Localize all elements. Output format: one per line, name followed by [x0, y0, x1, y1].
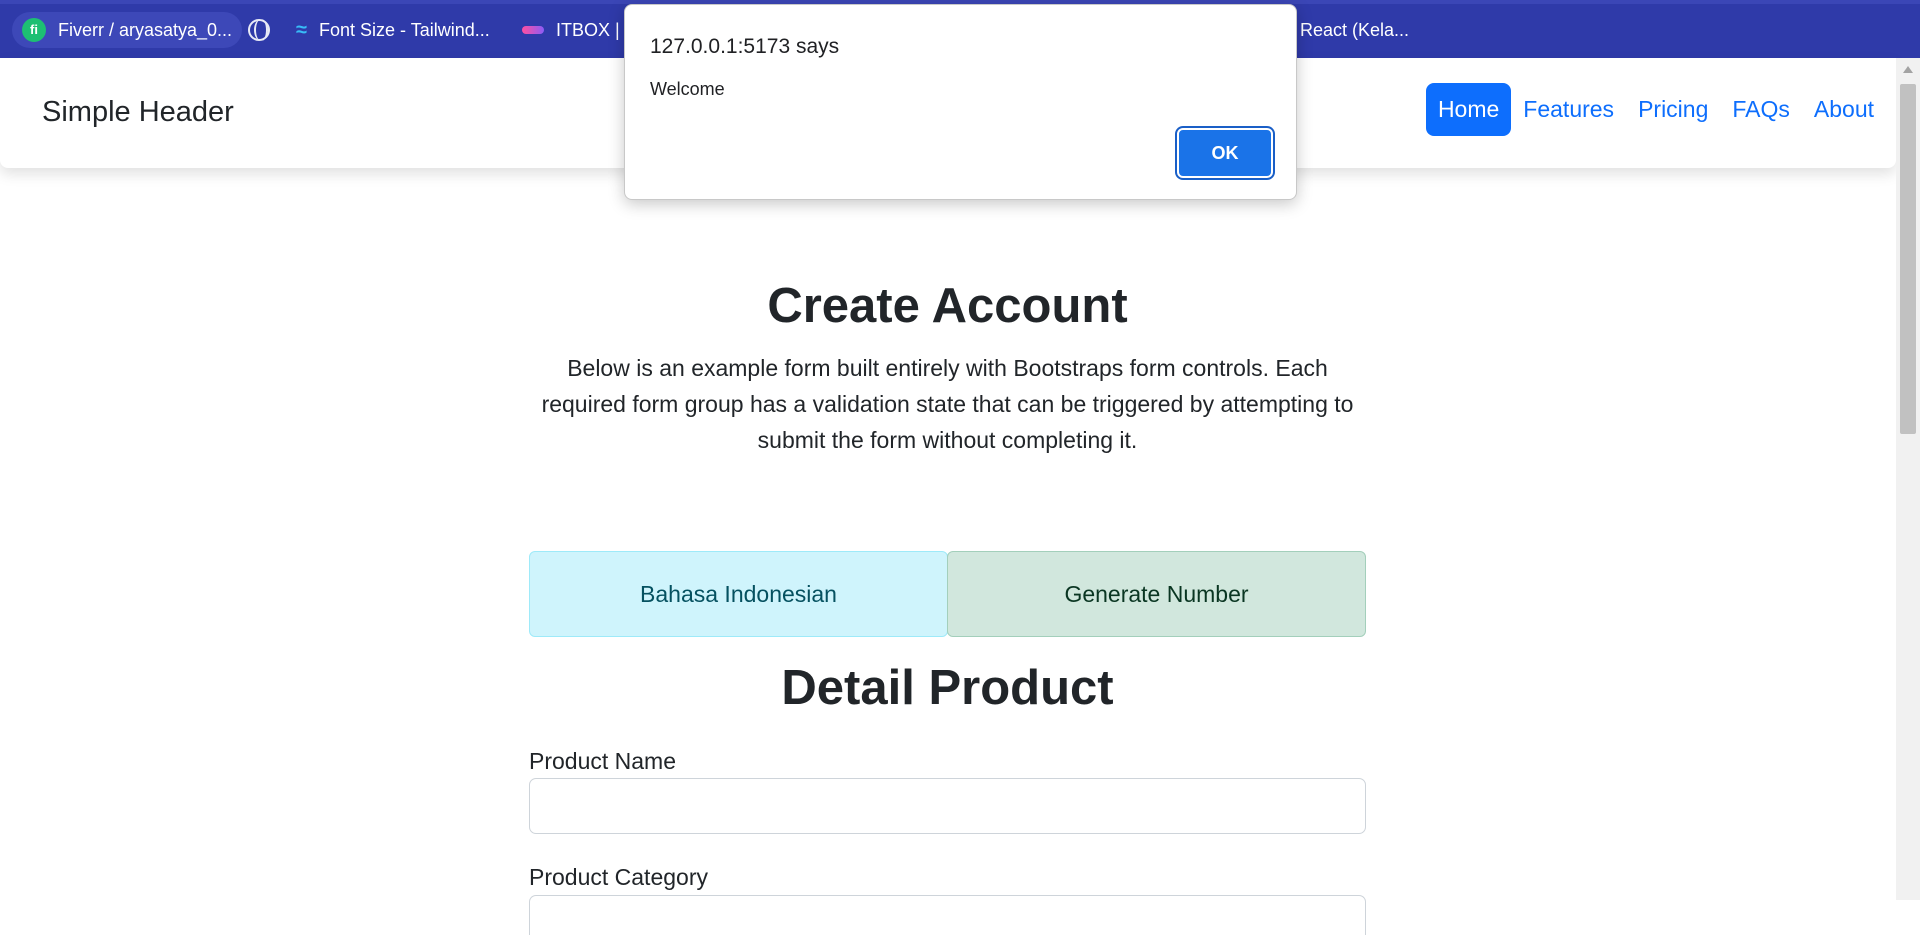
dialog-title: 127.0.0.1:5173 says: [650, 35, 840, 58]
generate-number-button[interactable]: Generate Number: [947, 551, 1366, 637]
page-scrollbar[interactable]: [1896, 58, 1920, 900]
scroll-up-arrow-icon[interactable]: [1903, 66, 1913, 73]
nav-link-home[interactable]: Home: [1425, 83, 1512, 136]
dialog-ok-button[interactable]: OK: [1177, 128, 1273, 178]
nav-link-pricing[interactable]: Pricing: [1626, 83, 1720, 136]
bookmark-react[interactable]: React (Kela...: [1290, 12, 1419, 48]
brand-logo-text[interactable]: Simple Header: [42, 96, 234, 129]
page-title: Create Account: [767, 279, 1128, 333]
bookmark-label: Fiverr / aryasatya_0...: [58, 19, 233, 40]
nav-link-faqs[interactable]: FAQs: [1720, 83, 1802, 136]
bookmark-label: React (Kela...: [1300, 19, 1410, 40]
alert-dialog: 127.0.0.1:5173 says Welcome OK: [624, 4, 1297, 200]
page-description: Below is an example form built entirely …: [541, 355, 1354, 453]
fiverr-icon: fi: [22, 18, 46, 42]
nav-link-features[interactable]: Features: [1511, 83, 1626, 136]
globe-icon: [248, 19, 270, 41]
bookmark-label: Font Size - Tailwind...: [318, 19, 490, 40]
dialog-message: Welcome: [650, 79, 725, 99]
bookmark-tailwind[interactable]: ≈ Font Size - Tailwind...: [286, 12, 500, 48]
scroll-thumb[interactable]: [1900, 84, 1916, 434]
bookmark-globe[interactable]: [244, 12, 286, 48]
itbox-icon: [522, 26, 544, 34]
tailwind-icon: ≈: [296, 18, 307, 41]
section-title: Detail Product: [781, 661, 1114, 715]
product-category-label: Product Category: [529, 864, 708, 890]
product-name-input[interactable]: [529, 778, 1366, 834]
language-button[interactable]: Bahasa Indonesian: [529, 551, 948, 637]
product-category-input[interactable]: [529, 895, 1366, 935]
nav-links: Home Features Pricing FAQs About: [1425, 83, 1886, 136]
nav-link-about[interactable]: About: [1802, 83, 1886, 136]
product-name-label: Product Name: [529, 748, 677, 774]
bookmark-fiverr[interactable]: fi Fiverr / aryasatya_0...: [12, 12, 243, 48]
